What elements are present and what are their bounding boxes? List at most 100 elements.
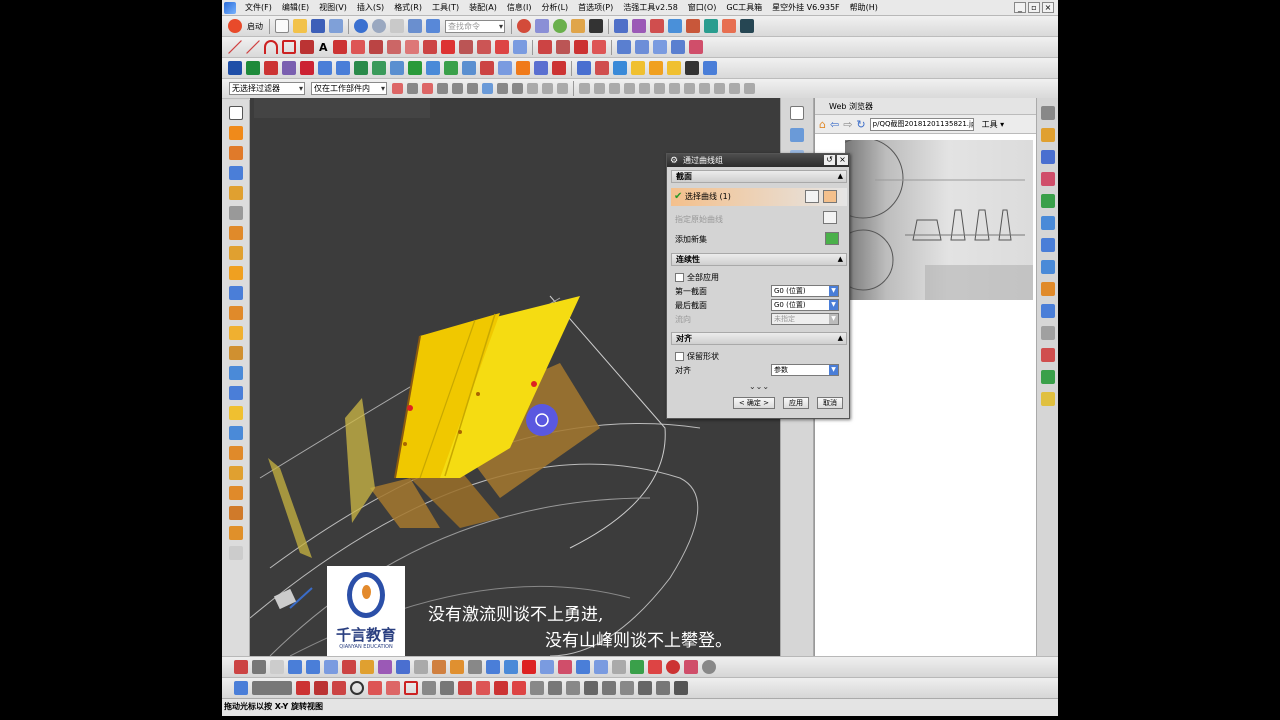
flow-direction-select[interactable]: 未指定 — [771, 313, 839, 325]
undo-icon[interactable] — [354, 19, 368, 33]
snap-point-7-icon[interactable] — [669, 83, 680, 94]
sketch-tool-9-icon[interactable] — [440, 681, 454, 695]
feature-8-icon[interactable] — [408, 61, 422, 75]
feature-5-icon[interactable] — [354, 61, 368, 75]
bottom-tool-24-icon[interactable] — [648, 660, 662, 674]
filter-8-icon[interactable] — [497, 83, 508, 94]
surface-tool-5-icon[interactable] — [688, 40, 703, 54]
type-filter-select[interactable]: 无选择过滤器 — [229, 82, 305, 95]
browser-url-input[interactable]: p/QQ截图20181201135821.jpg — [869, 117, 974, 131]
history-icon[interactable] — [229, 186, 243, 200]
feature-3-icon[interactable] — [318, 61, 332, 75]
curve-tool-5-icon[interactable] — [404, 40, 419, 54]
bottom-tool-17-icon[interactable] — [522, 660, 536, 674]
menu-window[interactable]: 窗口(O) — [688, 2, 717, 13]
save-icon[interactable] — [311, 19, 325, 33]
apply-all-row[interactable]: 全部应用 — [671, 272, 847, 283]
tool-icon-d[interactable] — [740, 19, 754, 33]
snap-point-9-icon[interactable] — [699, 83, 710, 94]
menu-file[interactable]: 文件(F) — [245, 2, 272, 13]
sketch-rect-icon[interactable] — [404, 681, 418, 695]
filter-10-icon[interactable] — [527, 83, 538, 94]
settings-gear-icon[interactable] — [1041, 106, 1055, 120]
sketch-tool-10-icon[interactable] — [458, 681, 472, 695]
sketch-tool-8-icon[interactable] — [422, 681, 436, 695]
sketch-tool-2-icon[interactable] — [252, 681, 292, 695]
snap-point-4-icon[interactable] — [624, 83, 635, 94]
line-icon[interactable] — [228, 40, 242, 54]
home-icon[interactable]: ⌂ — [819, 118, 826, 131]
feature-2-icon[interactable] — [300, 61, 314, 75]
curve-edit-3-icon[interactable] — [573, 40, 588, 54]
curve-tool-2-icon[interactable] — [350, 40, 365, 54]
save-as-icon[interactable] — [329, 19, 343, 33]
surface-tool-3-icon[interactable] — [652, 40, 667, 54]
feature-21-icon[interactable] — [649, 61, 663, 75]
bottom-tool-1-icon[interactable] — [234, 660, 248, 674]
layer-icon[interactable] — [632, 19, 646, 33]
feature-10-icon[interactable] — [444, 61, 458, 75]
surface-tool-4-icon[interactable] — [670, 40, 685, 54]
bottom-tool-9-icon[interactable] — [378, 660, 392, 674]
curve-edit-2-icon[interactable] — [555, 40, 570, 54]
plugin-2-icon[interactable] — [229, 486, 243, 500]
snap-point-8-icon[interactable] — [684, 83, 695, 94]
palette-icon[interactable] — [229, 246, 243, 260]
bottom-tool-15-icon[interactable] — [486, 660, 500, 674]
right-tool-5-icon[interactable] — [1041, 216, 1055, 230]
apply-button[interactable]: 应用 — [783, 397, 809, 409]
snap-icon[interactable] — [517, 19, 531, 33]
right-tool-9-icon[interactable] — [1041, 304, 1055, 318]
view-1-icon[interactable] — [790, 106, 804, 120]
snap-point-10-icon[interactable] — [714, 83, 725, 94]
deselect-icon[interactable] — [805, 190, 819, 203]
snap-point-6-icon[interactable] — [654, 83, 665, 94]
bottom-tool-22-icon[interactable] — [612, 660, 626, 674]
feature-11-icon[interactable] — [462, 61, 476, 75]
document-icon[interactable] — [229, 406, 243, 420]
wcs-icon[interactable] — [614, 19, 628, 33]
menu-format[interactable]: 格式(R) — [394, 2, 422, 13]
right-tool-8-icon[interactable] — [1041, 282, 1055, 296]
apply-all-checkbox[interactable] — [675, 273, 684, 282]
filter-1-icon[interactable] — [392, 83, 403, 94]
plugin-4-icon[interactable] — [229, 526, 243, 540]
curve-tool-3-icon[interactable] — [368, 40, 383, 54]
redo-icon[interactable] — [372, 19, 386, 33]
bottom-tool-13-icon[interactable] — [450, 660, 464, 674]
scope-filter-select[interactable]: 仅在工作部件内 — [311, 82, 387, 95]
plugin-3-icon[interactable] — [229, 506, 243, 520]
feature-palette-icon[interactable] — [229, 306, 243, 320]
right-tool-12-icon[interactable] — [1041, 370, 1055, 384]
polygon-icon[interactable] — [300, 40, 314, 54]
section-header-sections[interactable]: 截面 — [671, 170, 847, 183]
feature-9-icon[interactable] — [426, 61, 440, 75]
extrude-icon[interactable] — [228, 61, 242, 75]
cut-icon[interactable] — [390, 19, 404, 33]
sketch-tool-14-icon[interactable] — [530, 681, 544, 695]
filter-5-icon[interactable] — [452, 83, 463, 94]
sketch-tool-7-icon[interactable] — [386, 681, 400, 695]
snap-point-3-icon[interactable] — [609, 83, 620, 94]
right-tool-7-icon[interactable] — [1041, 260, 1055, 274]
curve-tool-7-icon[interactable] — [440, 40, 455, 54]
curve-tool-11-icon[interactable] — [512, 40, 527, 54]
menu-help[interactable]: 帮助(H) — [850, 2, 878, 13]
bottom-tool-21-icon[interactable] — [594, 660, 608, 674]
close-window-button[interactable]: × — [1042, 2, 1054, 13]
feature-4-icon[interactable] — [336, 61, 350, 75]
sketch-circle-icon[interactable] — [350, 681, 364, 695]
menu-xingkong-plugin[interactable]: 星空外挂 V6.935F — [772, 2, 840, 13]
start-button-label[interactable]: 启动 — [247, 21, 263, 32]
measure-icon[interactable] — [668, 19, 682, 33]
cancel-button[interactable]: 取消 — [817, 397, 843, 409]
specify-origin-icon[interactable] — [823, 211, 837, 224]
view-square-icon[interactable] — [589, 19, 603, 33]
feature-19-icon[interactable] — [613, 61, 627, 75]
feature-13-icon[interactable] — [498, 61, 512, 75]
right-tool-2-icon[interactable] — [1041, 150, 1055, 164]
right-tool-11-icon[interactable] — [1041, 348, 1055, 362]
datum-icon[interactable] — [264, 61, 278, 75]
roles-icon[interactable] — [229, 206, 243, 220]
bottom-tool-23-icon[interactable] — [630, 660, 644, 674]
